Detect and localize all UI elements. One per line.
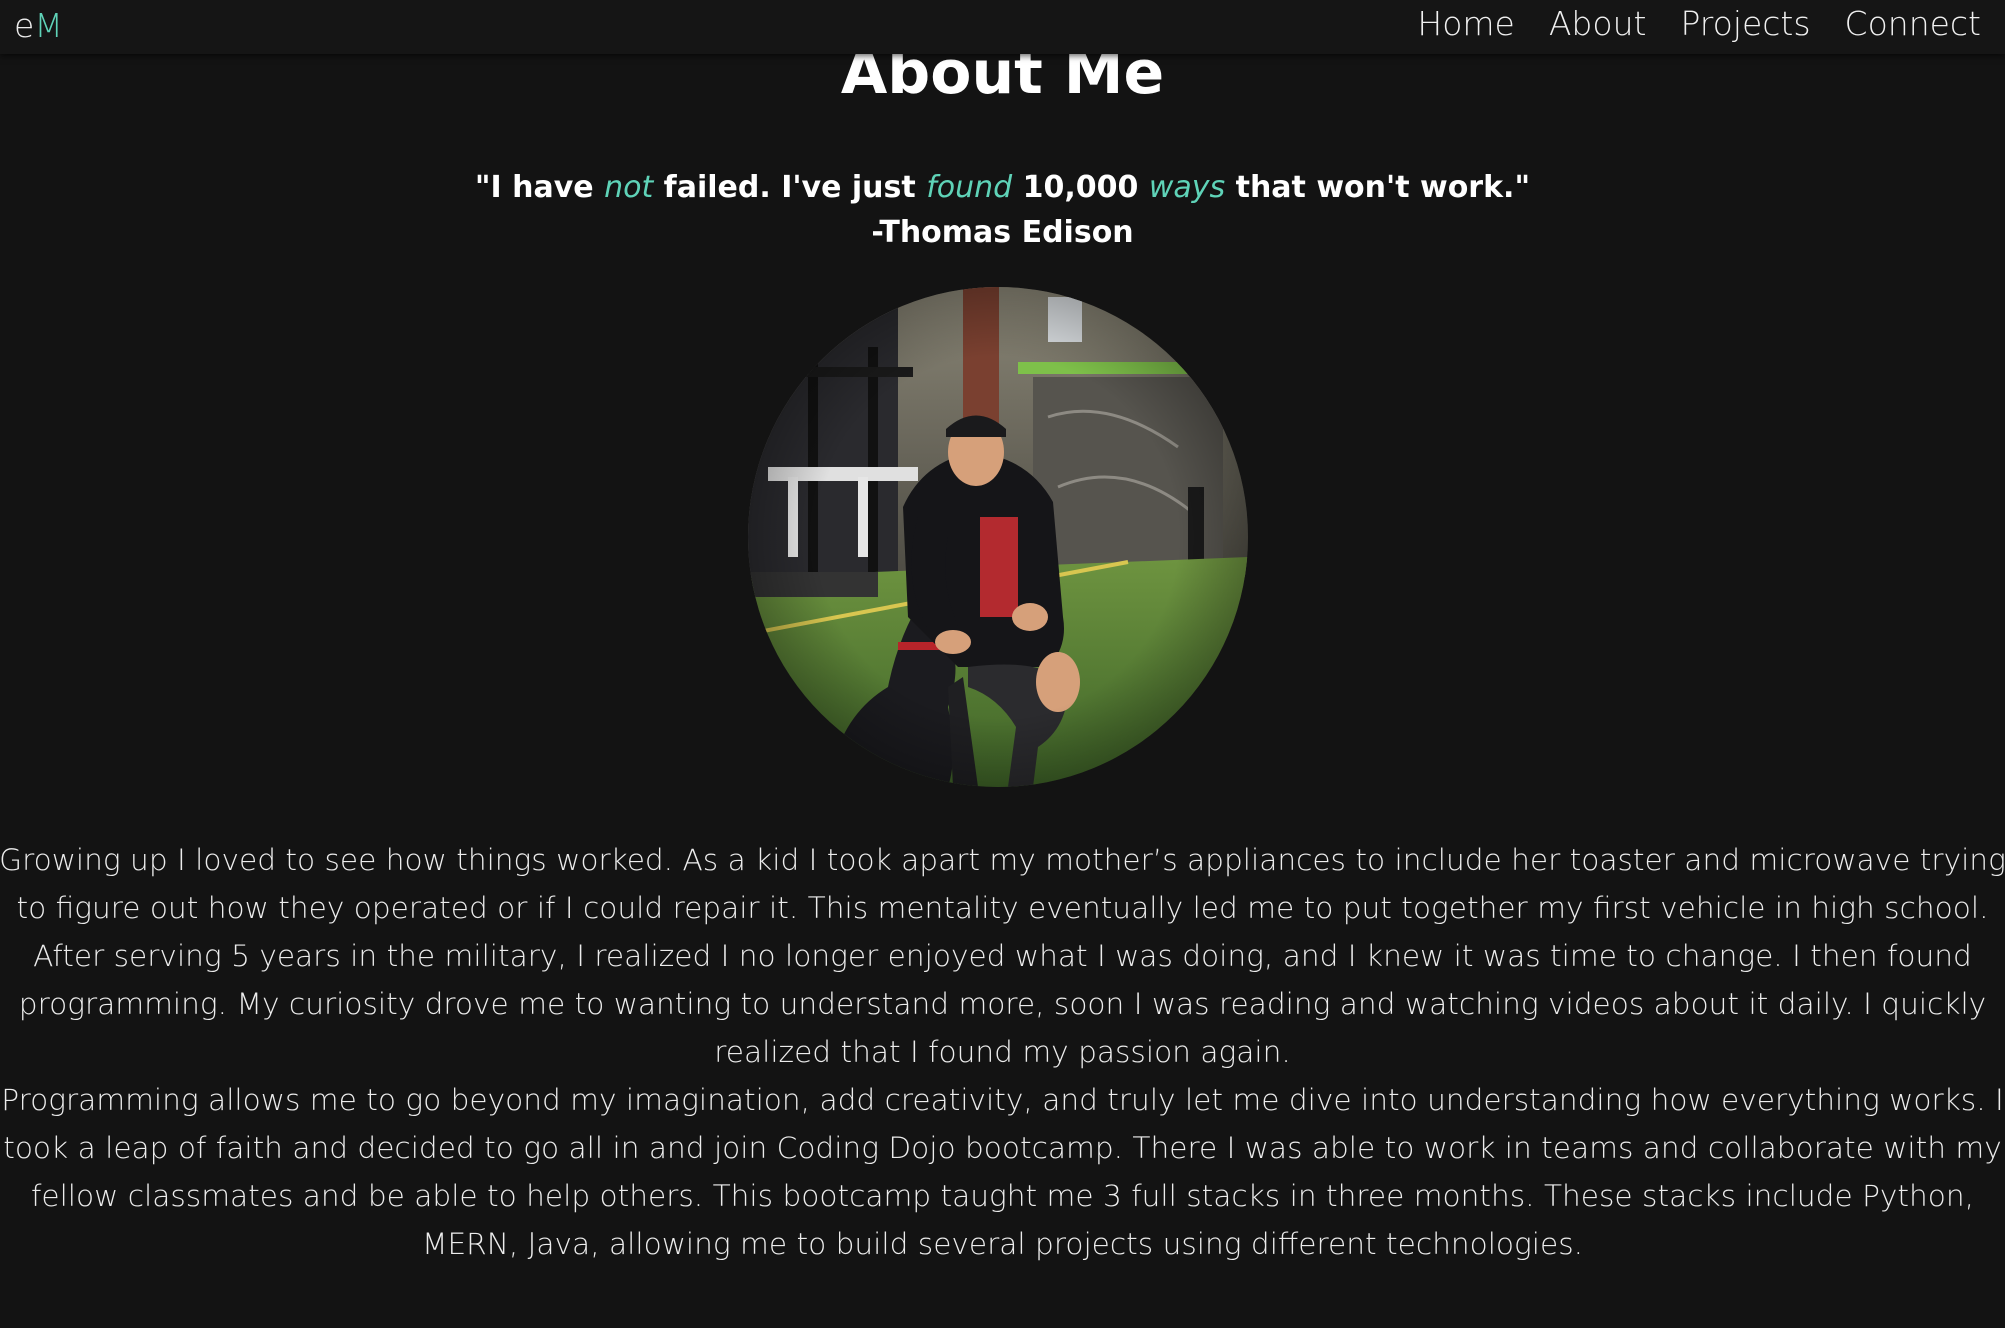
nav-link-projects[interactable]: Projects bbox=[1680, 4, 1810, 43]
quote-emphasis-ways: ways bbox=[1148, 170, 1226, 205]
quote-part-4: that won't work." bbox=[1225, 170, 1531, 205]
quote-emphasis-found: found bbox=[926, 170, 1013, 205]
bio-paragraph-2: Programming allows me to go beyond my im… bbox=[1, 1083, 2004, 1261]
bio-paragraph-1: Growing up I loved to see how things wor… bbox=[0, 843, 2005, 1069]
quote-text: "I have not failed. I've just found 10,0… bbox=[0, 165, 2005, 210]
brand-accent: M bbox=[34, 6, 63, 45]
nav-link-home[interactable]: Home bbox=[1417, 4, 1514, 43]
quote-author: -Thomas Edison bbox=[871, 215, 1134, 250]
brand-prefix: e bbox=[14, 6, 35, 45]
quote-part-1: "I have bbox=[474, 170, 605, 205]
quote-part-3: 10,000 bbox=[1012, 170, 1149, 205]
profile-photo-illustration bbox=[748, 287, 1248, 787]
bio-section: Growing up I loved to see how things wor… bbox=[0, 836, 2005, 1268]
profile-photo bbox=[748, 287, 1248, 787]
quote-emphasis-not: not bbox=[604, 170, 654, 205]
brand-logo[interactable]: eM bbox=[14, 6, 63, 45]
quote-part-2: failed. I've just bbox=[653, 170, 927, 205]
nav-link-about[interactable]: About bbox=[1549, 4, 1647, 43]
quote-block: "I have not failed. I've just found 10,0… bbox=[0, 165, 2005, 255]
navbar: eM Home About Projects Connect bbox=[0, 0, 2005, 54]
nav-link-connect[interactable]: Connect bbox=[1845, 4, 1981, 43]
nav-links: Home About Projects Connect bbox=[1417, 4, 1981, 43]
